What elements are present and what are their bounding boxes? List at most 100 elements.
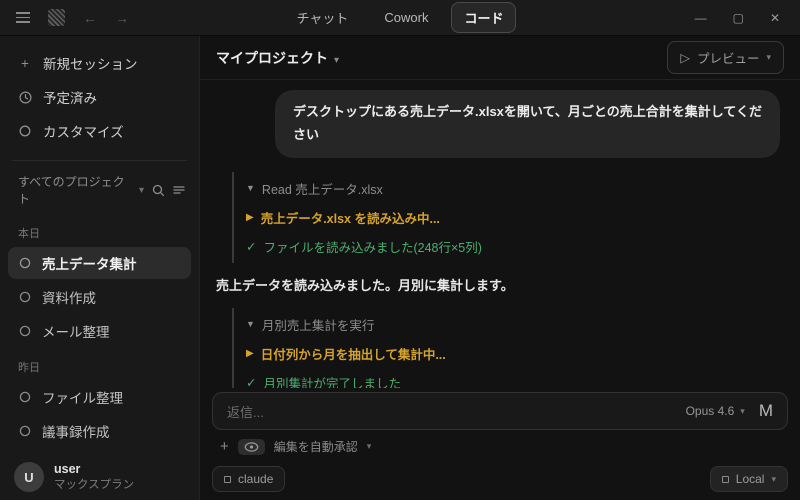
model-selector[interactable]: Opus 4.6 ▾ (686, 404, 745, 418)
play-icon: ▷ (680, 51, 690, 65)
project-item-label: 売上データ集計 (42, 257, 137, 272)
agent-chip-label: claude (238, 472, 274, 486)
tool-done-label: 月別集計が完了しました (263, 376, 401, 389)
environment-label: Local (735, 472, 765, 486)
user-name: user (54, 462, 81, 476)
project-item-mail[interactable]: メール整理 (8, 315, 191, 347)
tool-header-label: Read 売上データ.xlsx (261, 182, 383, 197)
project-title-dropdown[interactable]: マイプロジェクト ▾ (216, 48, 339, 68)
reply-placeholder: 返信... (227, 404, 264, 420)
preview-button[interactable]: ▷ プレビュー ▾ (667, 41, 784, 74)
running-triangle-icon: ▶ (246, 347, 254, 359)
window-close-icon[interactable]: ✕ (770, 12, 780, 24)
project-item-files[interactable]: ファイル整理 (8, 381, 191, 413)
new-session-button[interactable]: + 新規セッション (0, 46, 199, 80)
tool-running-label: 売上データ.xlsx を読み込み中... (260, 211, 440, 226)
tool-running-line: ▶ 日付列から月を抽出して集計中... (246, 339, 780, 368)
user-message-bubble: デスクトップにある売上データ.xlsxを開いて、月ごとの売上合計を集計してくださ… (275, 90, 780, 158)
mode-badge: M (758, 401, 773, 420)
tool-running-label: 日付列から月を抽出して集計中... (260, 347, 446, 362)
assistant-message: 売上データを読み込みました。月別に集計します。 (216, 277, 514, 293)
auto-approve-label[interactable]: 編集を自動承認 (274, 438, 358, 455)
sidebar-divider (12, 160, 187, 161)
project-item-docs[interactable]: 資料作成 (8, 281, 191, 313)
tool-block-aggregate: ▼ 月別売上集計を実行 ▶ 日付列から月を抽出して集計中... ✓ 月別集計が完… (232, 307, 780, 389)
plus-icon: + (21, 55, 29, 71)
sidebar: + 新規セッション 予定済み カスタマイズ すべてのプロジェクト ▾ 本日 売上… (0, 36, 200, 500)
tool-done-line: ✓ ファイルを読み込みました(248行×5列) (246, 232, 780, 261)
auto-approve-toggle[interactable] (237, 438, 265, 455)
composer-toolbar: + 編集を自動承認 ▾ (212, 430, 788, 457)
project-item-label: ファイル整理 (42, 391, 123, 406)
tool-done-label: ファイルを読み込みました(248行×5列) (263, 240, 482, 255)
project-title: マイプロジェクト (216, 49, 328, 66)
projects-filter-dropdown[interactable]: すべてのプロジェクト ▾ (0, 169, 199, 211)
running-triangle-icon: ▶ (246, 211, 254, 223)
list-icon[interactable] (173, 185, 185, 195)
project-item-label: 資料作成 (42, 291, 96, 306)
square-icon (721, 475, 729, 483)
window-minimize-icon[interactable]: — (695, 12, 707, 24)
customize-button[interactable]: カスタマイズ (0, 114, 199, 148)
scheduled-label: 予定済み (43, 91, 97, 106)
tab-cowork[interactable]: Cowork (371, 4, 441, 31)
main-panel: マイプロジェクト ▾ ▷ プレビュー ▾ デスクトップにある売上データ.xlsxを… (200, 36, 800, 500)
chevron-down-icon: ▾ (334, 54, 340, 66)
project-item-label: 議事録作成 (42, 425, 110, 440)
preview-label: プレビュー (696, 52, 760, 66)
circle-icon (18, 125, 32, 137)
user-profile[interactable]: U user マックスプラン (0, 454, 199, 500)
model-name: Opus 4.6 (685, 404, 735, 418)
chevron-down-icon: ▾ (766, 52, 771, 62)
environment-selector-local[interactable]: Local ▾ (709, 466, 788, 492)
chat-transcript: デスクトップにある売上データ.xlsxを開いて、月ごとの売上合計を集計してくださ… (200, 80, 800, 388)
tool-done-line: ✓ 月別集計が完了しました (246, 368, 780, 389)
tab-chat[interactable]: チャット (284, 2, 362, 33)
projects-filter-label: すべてのプロジェクト (18, 175, 125, 206)
project-list: 本日 売上データ集計 資料作成 メール整理 昨日 ファイル整理 議事録作成 (0, 211, 199, 454)
status-row: claude Local ▾ (212, 466, 788, 492)
reply-input[interactable]: 返信... Opus 4.6 ▾ M (212, 392, 788, 430)
clock-icon (18, 90, 32, 104)
search-icon[interactable] (152, 184, 165, 197)
tool-running-line: ▶ 売上データ.xlsx を読み込み中... (246, 203, 780, 232)
chevron-down-icon: ▾ (138, 184, 144, 196)
agent-chip-claude[interactable]: claude (212, 466, 286, 492)
circle-icon (18, 325, 31, 337)
check-icon: ✓ (246, 239, 257, 254)
tool-header-aggregate[interactable]: ▼ 月別売上集計を実行 (246, 310, 780, 339)
menu-icon[interactable] (16, 12, 30, 23)
section-title-yesterday: 昨日 (18, 362, 40, 374)
collapse-triangle-icon: ▼ (246, 319, 255, 329)
project-item-label: メール整理 (42, 325, 110, 340)
attach-button[interactable]: + (220, 439, 229, 454)
back-icon[interactable]: ← (83, 10, 97, 26)
tool-header-read[interactable]: ▼ Read 売上データ.xlsx (246, 174, 780, 203)
app-window: ← → チャット Cowork コード — ▢ ✕ + 新規セッション 予定済み… (0, 0, 800, 500)
customize-label: カスタマイズ (43, 125, 124, 140)
chevron-down-icon: ▾ (771, 473, 776, 484)
tool-block-read: ▼ Read 売上データ.xlsx ▶ 売上データ.xlsx を読み込み中...… (232, 171, 780, 263)
circle-icon (18, 291, 31, 303)
circle-icon (18, 257, 31, 269)
circle-icon (18, 391, 31, 403)
main-header: マイプロジェクト ▾ ▷ プレビュー ▾ (200, 36, 800, 80)
tool-header-label: 月別売上集計を実行 (261, 318, 375, 333)
tab-code[interactable]: コード (451, 2, 517, 33)
window-maximize-icon[interactable]: ▢ (733, 12, 744, 24)
new-session-label: 新規セッション (43, 57, 138, 72)
chevron-down-icon: ▾ (366, 441, 372, 451)
project-item-sales-summary[interactable]: 売上データ集計 (8, 247, 191, 279)
scheduled-button[interactable]: 予定済み (0, 80, 199, 114)
chevron-down-icon: ▾ (740, 405, 745, 416)
square-icon (224, 475, 231, 483)
project-item-minutes[interactable]: 議事録作成 (8, 415, 191, 447)
forward-icon[interactable]: → (115, 10, 129, 26)
title-bar: ← → チャット Cowork コード — ▢ ✕ (0, 0, 800, 36)
composer: 返信... Opus 4.6 ▾ M + 編集を自動承認 ▾ claude Lo… (200, 388, 800, 500)
circle-icon (18, 425, 31, 437)
user-plan: マックスプラン (54, 478, 135, 491)
check-icon: ✓ (246, 375, 257, 389)
app-logo-icon (48, 9, 65, 26)
section-title-today: 本日 (18, 228, 40, 240)
